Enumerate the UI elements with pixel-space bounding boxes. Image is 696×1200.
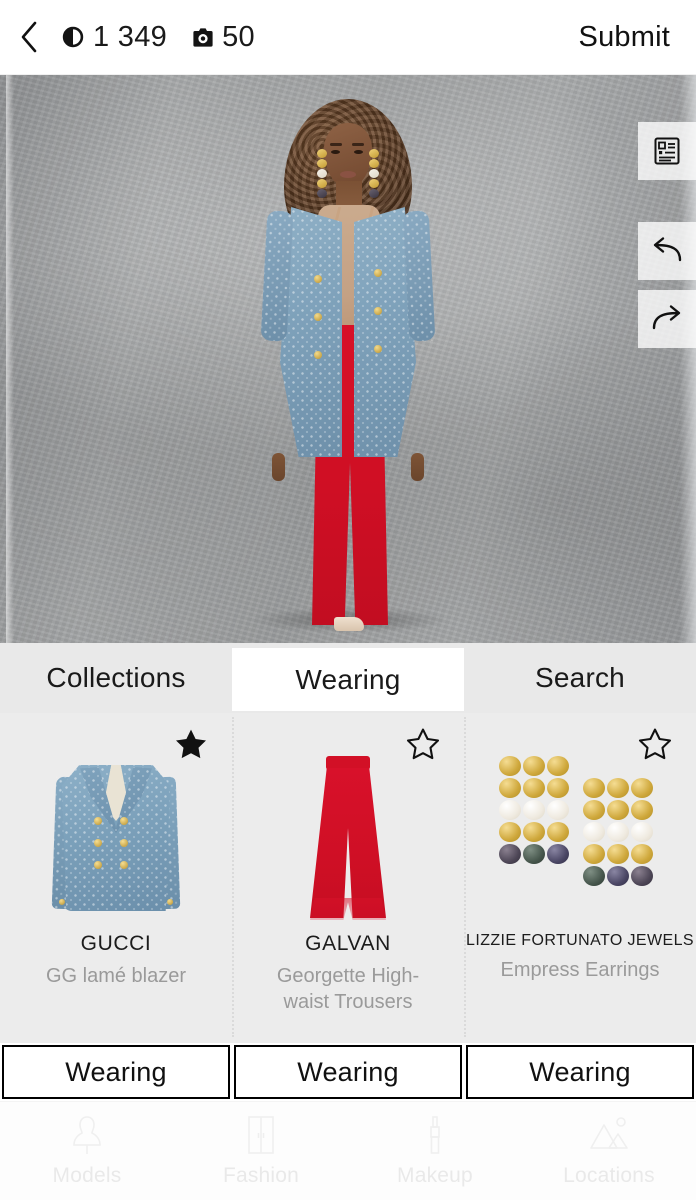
wearing-action-row: Wearing Wearing Wearing — [0, 1043, 696, 1101]
wearing-button-earrings[interactable]: Wearing — [466, 1045, 694, 1099]
product-brand: GUCCI — [80, 932, 152, 955]
landscape-icon — [590, 1117, 628, 1149]
model-shoes — [334, 617, 364, 631]
product-name: Georgette High-waist Trousers — [276, 965, 420, 1014]
model-sleeve-right — [402, 210, 436, 342]
category-tabs: Collections Wearing Search — [0, 643, 696, 713]
model-earring-right — [369, 149, 379, 198]
currency-group: 1 349 50 — [62, 21, 255, 54]
product-brand: LIZZIE FORTUNATO JEWELS — [466, 932, 694, 949]
nav-label: Makeup — [397, 1164, 473, 1187]
model-hand-left — [272, 453, 285, 481]
lipstick-icon — [430, 1116, 440, 1154]
top-header: 1 349 50 Submit — [0, 0, 696, 75]
back-button[interactable] — [0, 0, 58, 75]
product-card-blazer[interactable]: GUCCI GG lamé blazer — [0, 713, 232, 1043]
undo-button[interactable] — [638, 222, 696, 280]
model-eye-left — [331, 150, 340, 154]
model-canvas[interactable] — [0, 75, 696, 643]
model-lips — [340, 171, 356, 178]
backdrop-seam-left — [6, 75, 14, 643]
model-earring-left — [317, 149, 327, 198]
tab-search[interactable]: Search — [464, 643, 696, 713]
wearing-button-trousers[interactable]: Wearing — [234, 1045, 462, 1099]
coin-icon — [62, 26, 84, 48]
submit-button[interactable]: Submit — [579, 21, 670, 54]
wardrobe-icon — [248, 1116, 274, 1154]
coin-balance[interactable]: 1 349 — [62, 21, 167, 54]
nav-label: Models — [52, 1164, 122, 1187]
camera-token-icon — [193, 28, 213, 47]
product-name: Empress Earrings — [500, 959, 660, 981]
gem-value: 50 — [222, 20, 255, 53]
nav-item-models[interactable]: Models — [0, 1102, 174, 1200]
redo-button[interactable] — [638, 290, 696, 348]
model-blazer[interactable] — [270, 207, 426, 457]
nav-item-fashion[interactable]: Fashion — [174, 1102, 348, 1200]
bottom-navigation: Models Fashion Makeup Locations — [0, 1101, 696, 1200]
gem-balance[interactable]: 50 — [193, 21, 255, 54]
app-root: 1 349 50 Submit Collections Wearing Sear… — [0, 0, 696, 1200]
model-eye-right — [354, 150, 363, 154]
product-card-trousers[interactable]: GALVAN Georgette High-waist Trousers — [232, 713, 464, 1043]
undo-arrow-icon — [653, 237, 682, 262]
product-thumb-earrings — [495, 745, 665, 925]
nav-label: Locations — [563, 1164, 655, 1187]
mannequin-icon — [73, 1116, 101, 1154]
model-figure[interactable] — [248, 85, 448, 635]
chevron-left-icon — [21, 21, 37, 53]
product-thumb-blazer — [31, 745, 201, 925]
nav-label: Fashion — [222, 1164, 300, 1187]
coin-value: 1 349 — [93, 20, 168, 53]
product-name: GG lamé blazer — [45, 965, 187, 988]
model-brow-left — [330, 143, 342, 146]
nav-item-locations[interactable]: Locations — [522, 1102, 696, 1200]
tab-collections[interactable]: Collections — [0, 643, 232, 713]
model-hand-right — [411, 453, 424, 481]
model-brow-right — [352, 143, 364, 146]
wearing-button-blazer[interactable]: Wearing — [2, 1045, 230, 1099]
product-brand: GALVAN — [305, 932, 391, 955]
product-card-earrings[interactable]: LIZZIE FORTUNATO JEWELS Empress Earrings — [464, 713, 696, 1043]
tab-wearing[interactable]: Wearing — [232, 648, 464, 711]
product-thumb-trousers — [263, 745, 433, 925]
product-panel: GUCCI GG lamé blazer GALVAN Georgette Hi… — [0, 713, 696, 1043]
redo-arrow-icon — [652, 305, 681, 330]
nav-item-makeup[interactable]: Makeup — [348, 1102, 522, 1200]
details-button[interactable] — [638, 122, 696, 180]
details-list-icon — [654, 137, 680, 165]
